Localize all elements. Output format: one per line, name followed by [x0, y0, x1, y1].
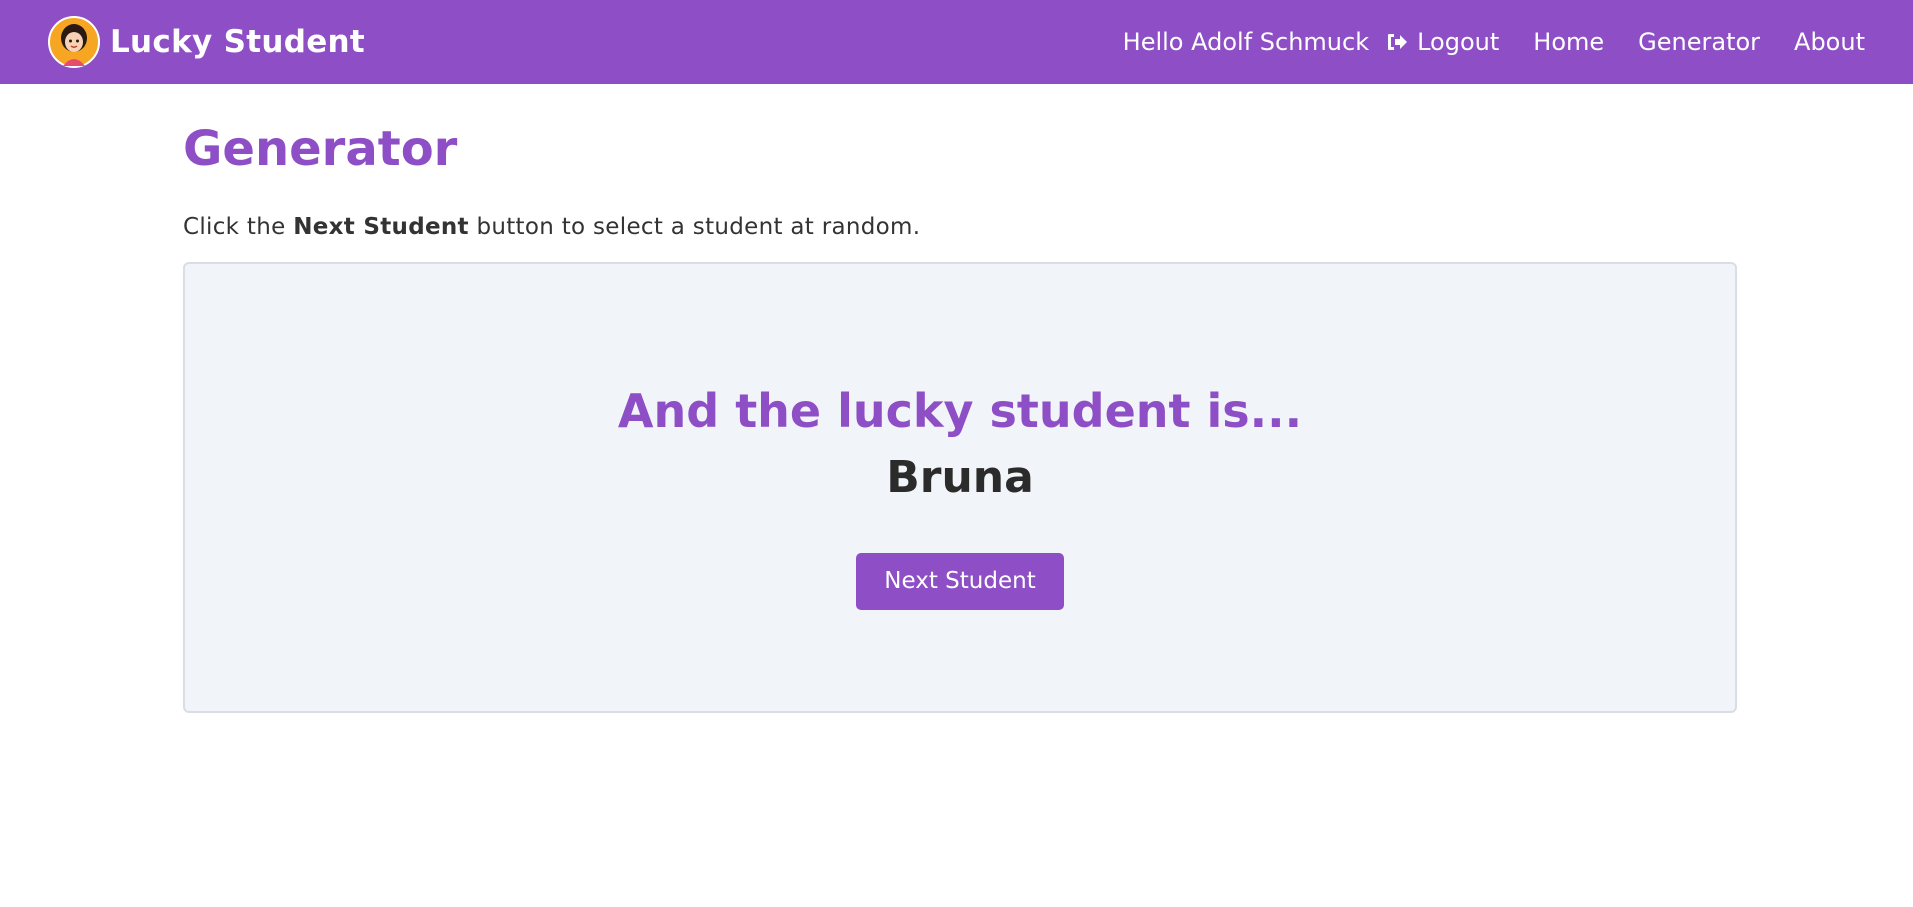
result-panel: And the lucky student is... Bruna Next S…	[183, 261, 1737, 713]
nav-link-home[interactable]: Home	[1533, 28, 1604, 56]
logout-link[interactable]: Logout	[1385, 28, 1499, 56]
nav-link-about[interactable]: About	[1794, 28, 1865, 56]
intro-suffix: button to select a student at random.	[468, 213, 921, 240]
page-title: Generator	[183, 121, 458, 177]
intro-prefix: Click the	[183, 213, 294, 240]
selected-student-name: Bruna	[886, 452, 1034, 504]
top-navbar: Lucky Student Hello Adolf Schmuck Logout…	[0, 0, 1913, 84]
nav-right-group: Hello Adolf Schmuck Logout Home Generato…	[1123, 28, 1865, 56]
logout-label: Logout	[1417, 28, 1500, 56]
brand-link[interactable]: Lucky Student	[48, 16, 365, 68]
intro-bold-button-name: Next Student	[293, 213, 469, 240]
intro-text: Click the Next Student button to select …	[183, 214, 1737, 240]
main-content: Generator Click the Next Student button …	[183, 84, 1737, 713]
sign-out-icon	[1388, 34, 1408, 50]
result-heading: And the lucky student is...	[617, 383, 1303, 438]
girl-avatar-logo	[48, 16, 100, 68]
next-student-button[interactable]: Next Student	[856, 552, 1064, 610]
brand-title: Lucky Student	[110, 24, 366, 60]
nav-link-generator[interactable]: Generator	[1638, 28, 1760, 56]
user-greeting: Hello Adolf Schmuck	[1122, 28, 1370, 56]
